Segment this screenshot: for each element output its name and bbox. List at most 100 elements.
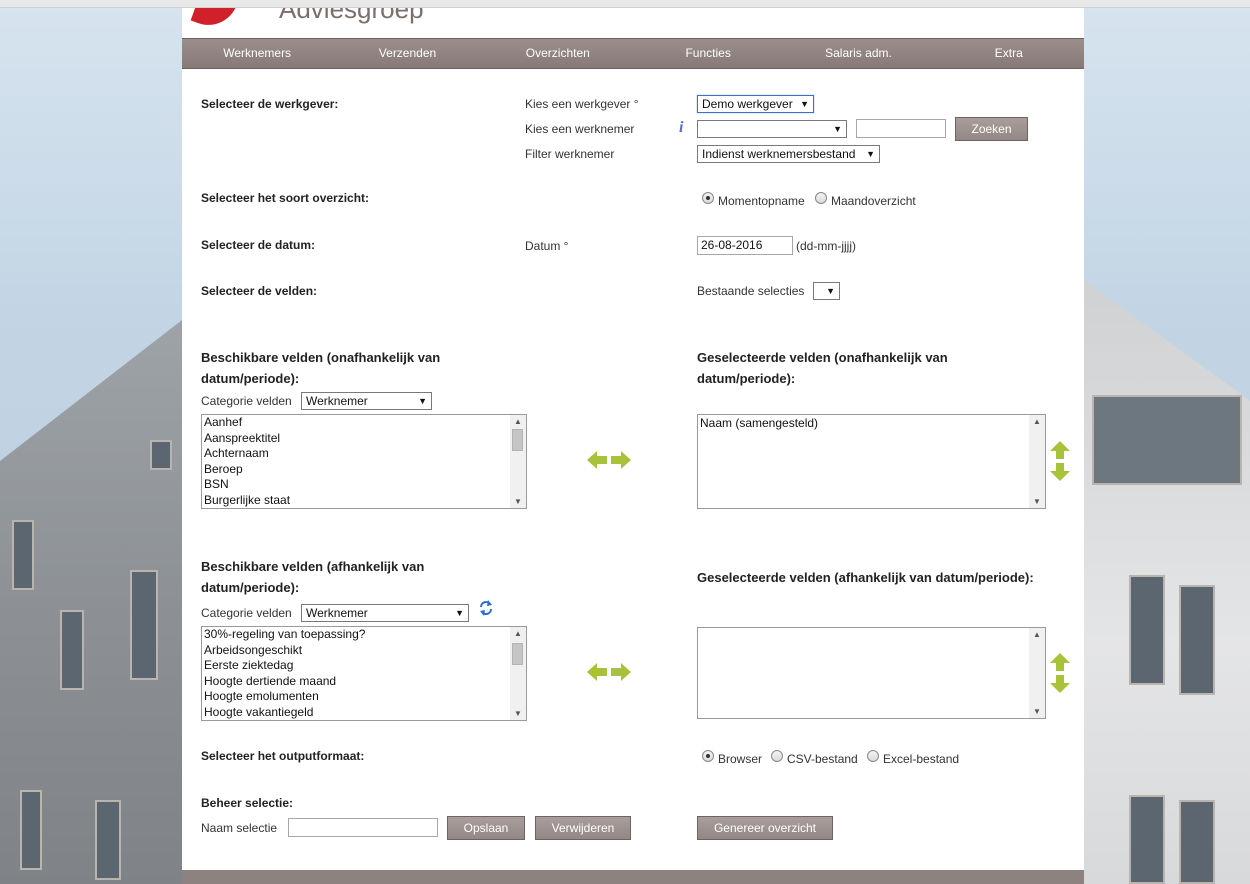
- kies-werkgever-label: Kies een werkgever °: [525, 97, 639, 111]
- zoeken-button[interactable]: Zoeken: [955, 117, 1028, 141]
- scrollbar[interactable]: ▲ ▼: [510, 415, 526, 508]
- selected-onafhankelijk-heading: Geselecteerde velden (onafhankelijk van …: [697, 350, 948, 386]
- section-werkgever-label: Selecteer de werkgever:: [201, 97, 339, 111]
- nav-salaris-adm[interactable]: Salaris adm.: [783, 39, 933, 68]
- nav-werknemers[interactable]: Werknemers: [182, 39, 332, 68]
- section-velden-label: Selecteer de velden:: [201, 284, 318, 298]
- scroll-up-icon[interactable]: ▲: [514, 629, 522, 638]
- footer: [182, 870, 1084, 884]
- verwijderen-button[interactable]: Verwijderen: [535, 816, 631, 840]
- scroll-down-icon[interactable]: ▼: [1033, 497, 1041, 506]
- main-page: Adviesgroep Werknemers Verzenden Overzic…: [182, 0, 1084, 884]
- scrollbar-thumb[interactable]: [512, 429, 523, 451]
- datum-hint: (dd-mm-jjjj): [796, 239, 856, 253]
- scroll-up-icon[interactable]: ▲: [1033, 417, 1041, 426]
- categorie-onafhankelijk-value: Werknemer: [306, 394, 368, 408]
- categorie-velden-label: Categorie velden: [201, 394, 292, 408]
- move-fields-arrows-icon[interactable]: [587, 450, 631, 470]
- scrollbar[interactable]: ▲ ▼: [510, 627, 526, 720]
- opslaan-button[interactable]: Opslaan: [447, 816, 525, 840]
- available-onafhankelijk-list[interactable]: Aanhef Aanspreektitel Achternaam Beroep …: [201, 414, 527, 509]
- available-onafhankelijk-heading: Beschikbare velden (onafhankelijk van da…: [201, 350, 441, 386]
- selected-afhankelijk-list[interactable]: ▲ ▼: [697, 627, 1046, 719]
- radio-browser[interactable]: [702, 750, 714, 762]
- nav-functies[interactable]: Functies: [633, 39, 783, 68]
- list-item[interactable]: Naam (samengesteld): [698, 415, 1045, 432]
- section-soort-label: Selecteer het soort overzicht:: [201, 191, 370, 205]
- scrollbar[interactable]: ▲ ▼: [1029, 628, 1045, 718]
- kies-werknemer-label: Kies een werknemer: [525, 122, 635, 136]
- filter-werknemer-value: Indienst werknemersbestand: [702, 147, 856, 161]
- genereer-overzicht-button[interactable]: Genereer overzicht: [697, 816, 833, 840]
- nav-extra[interactable]: Extra: [934, 39, 1084, 68]
- info-icon[interactable]: i: [679, 119, 683, 137]
- list-item[interactable]: Aanspreektitel: [202, 431, 526, 447]
- scroll-up-icon[interactable]: ▲: [514, 417, 522, 426]
- filter-werknemer-select[interactable]: Indienst werknemersbestand ▼: [697, 145, 880, 163]
- scroll-down-icon[interactable]: ▼: [1033, 707, 1041, 716]
- list-item[interactable]: Hoogte vakantiegeld: [202, 705, 526, 720]
- radio-csv-label: CSV-bestand: [787, 752, 858, 766]
- bestaande-selecties-select[interactable]: ▼: [813, 282, 840, 300]
- reorder-fields-arrows-icon[interactable]: [1049, 441, 1071, 481]
- naam-selectie-input[interactable]: [288, 818, 438, 837]
- radio-momentopname[interactable]: [702, 192, 714, 204]
- list-item[interactable]: Achternaam: [202, 446, 526, 462]
- werknemer-select[interactable]: ▼: [697, 120, 847, 138]
- radio-maandoverzicht-label: Maandoverzicht: [831, 194, 916, 208]
- datum-label: Datum °: [525, 239, 569, 253]
- radio-maandoverzicht[interactable]: [815, 192, 827, 204]
- list-item[interactable]: 30%-regeling van toepassing?: [202, 627, 526, 643]
- nav-overzichten[interactable]: Overzichten: [483, 39, 633, 68]
- list-item[interactable]: Eerste ziektedag: [202, 658, 526, 674]
- dropdown-arrow-icon: ▼: [866, 149, 875, 159]
- list-item[interactable]: Burgerlijke staat: [202, 493, 526, 508]
- background-left: [0, 0, 182, 884]
- section-datum-label: Selecteer de datum:: [201, 238, 316, 252]
- main-nav: Werknemers Verzenden Overzichten Functie…: [182, 38, 1084, 69]
- categorie-velden-label: Categorie velden: [201, 606, 292, 620]
- naam-selectie-label: Naam selectie: [201, 821, 278, 835]
- datum-input[interactable]: 26-08-2016: [697, 236, 793, 255]
- nav-verzenden[interactable]: Verzenden: [332, 39, 482, 68]
- list-item[interactable]: Beroep: [202, 462, 526, 478]
- section-output-label: Selecteer het outputformaat:: [201, 749, 365, 763]
- werknemer-search-input[interactable]: [856, 119, 946, 138]
- dropdown-arrow-icon: ▼: [455, 608, 464, 618]
- dropdown-arrow-icon: ▼: [833, 124, 842, 134]
- browser-top-edge: [0, 0, 1250, 8]
- refresh-icon[interactable]: [479, 600, 493, 616]
- available-afhankelijk-heading: Beschikbare velden (afhankelijk van datu…: [201, 559, 425, 595]
- list-item[interactable]: Arbeidsongeschikt: [202, 643, 526, 659]
- selected-afhankelijk-heading: Geselecteerde velden (afhankelijk van da…: [697, 570, 1034, 585]
- reorder-fields-arrows-icon[interactable]: [1049, 653, 1071, 693]
- dropdown-arrow-icon: ▼: [800, 99, 809, 109]
- filter-werknemer-label: Filter werknemer: [525, 147, 615, 161]
- selected-onafhankelijk-list[interactable]: Naam (samengesteld) ▲ ▼: [697, 414, 1046, 509]
- list-item[interactable]: BSN: [202, 477, 526, 493]
- radio-browser-label: Browser: [718, 752, 763, 766]
- radio-excel-label: Excel-bestand: [883, 752, 960, 766]
- scrollbar[interactable]: ▲ ▼: [1029, 415, 1045, 508]
- radio-csv[interactable]: [771, 750, 783, 762]
- list-item[interactable]: Hoogte emolumenten: [202, 689, 526, 705]
- werkgever-select-value: Demo werkgever: [702, 97, 793, 111]
- scroll-down-icon[interactable]: ▼: [514, 497, 522, 506]
- dropdown-arrow-icon: ▼: [826, 286, 835, 296]
- move-fields-arrows-icon[interactable]: [587, 662, 631, 682]
- radio-excel[interactable]: [867, 750, 879, 762]
- scroll-up-icon[interactable]: ▲: [1033, 630, 1041, 639]
- section-beheer-label: Beheer selectie:: [201, 796, 294, 810]
- list-item[interactable]: Hoogte dertiende maand: [202, 674, 526, 690]
- categorie-afhankelijk-value: Werknemer: [306, 606, 368, 620]
- categorie-onafhankelijk-select[interactable]: Werknemer ▼: [301, 392, 432, 410]
- scroll-down-icon[interactable]: ▼: [514, 709, 522, 718]
- available-afhankelijk-list[interactable]: 30%-regeling van toepassing? Arbeidsonge…: [201, 626, 527, 721]
- bestaande-selecties-label: Bestaande selecties: [697, 284, 805, 298]
- list-item[interactable]: Aanhef: [202, 415, 526, 431]
- scrollbar-thumb[interactable]: [512, 643, 523, 665]
- werkgever-select[interactable]: Demo werkgever ▼: [697, 95, 814, 113]
- dropdown-arrow-icon: ▼: [418, 396, 427, 406]
- background-right: [1084, 0, 1250, 884]
- categorie-afhankelijk-select[interactable]: Werknemer ▼: [301, 604, 469, 622]
